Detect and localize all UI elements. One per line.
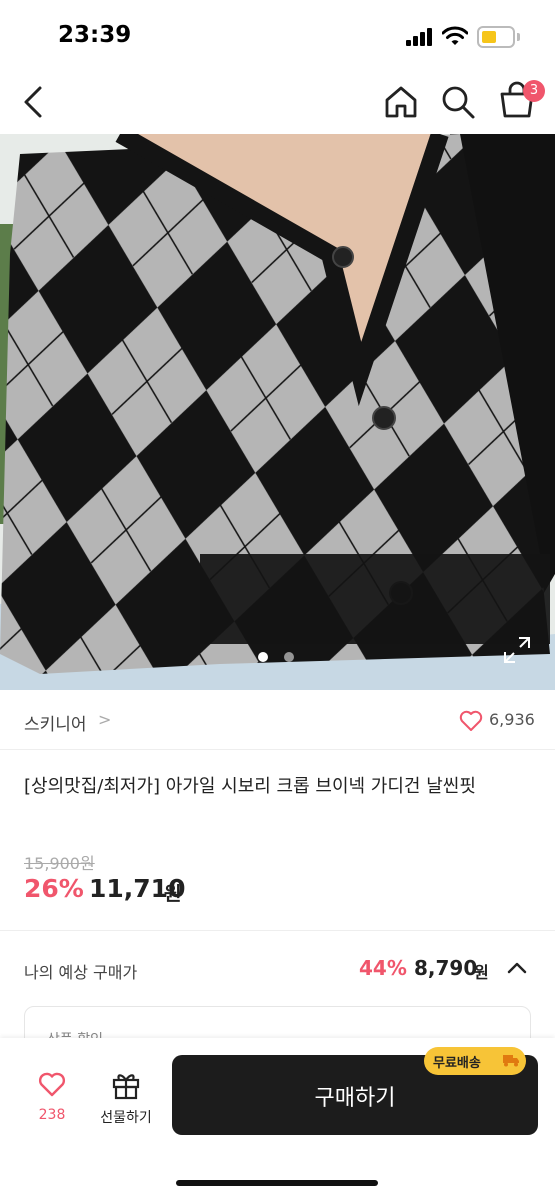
expected-price-label: 나의 예상 구매가: [24, 963, 138, 982]
wish-count: 238: [38, 1107, 66, 1123]
search-icon[interactable]: [440, 84, 476, 120]
expand-icon[interactable]: [503, 636, 531, 664]
original-price: 15,900원: [24, 854, 95, 873]
like-count: 6,936: [489, 710, 535, 729]
product-image[interactable]: [0, 134, 555, 690]
chevron-right-icon: >: [98, 710, 112, 729]
free-shipping-label: 무료배송: [433, 1056, 481, 1071]
battery-icon: [477, 26, 515, 48]
home-indicator: [176, 1180, 378, 1186]
battery-nub: [517, 33, 520, 41]
expected-price: 8,790: [414, 956, 478, 980]
pagination-dot[interactable]: [284, 652, 294, 662]
gift-icon: [112, 1074, 140, 1100]
cellular-signal-icon: [406, 28, 434, 46]
gift-label: 선물하기: [100, 1110, 152, 1126]
heart-icon[interactable]: [459, 710, 483, 732]
cardigan-photo: [0, 134, 555, 690]
brand-row[interactable]: 스키니어 > 6,936: [0, 690, 555, 750]
wish-button[interactable]: 238: [26, 1072, 78, 1132]
truck-icon: [503, 1055, 519, 1067]
brand-name[interactable]: 스키니어: [24, 710, 87, 735]
expected-discount-rate: 44%: [359, 956, 407, 980]
product-title: [상의맛집/최저가] 아가일 시보리 크롭 브이넥 가디건 날씬핏: [24, 776, 476, 797]
wifi-icon: [442, 26, 468, 45]
expected-price-row[interactable]: 나의 예상 구매가 44% 8,790 원: [0, 941, 555, 999]
expected-price-currency: 원: [474, 963, 489, 982]
buy-label: 구매하기: [314, 1086, 396, 1111]
section-divider: [0, 930, 555, 940]
heart-icon: [38, 1072, 66, 1097]
pagination-dot[interactable]: [258, 652, 268, 662]
back-icon[interactable]: [18, 84, 52, 120]
gift-button[interactable]: 선물하기: [88, 1070, 164, 1132]
image-pagination: [258, 652, 298, 664]
status-time: 23:39: [58, 22, 132, 48]
home-icon[interactable]: [383, 84, 419, 120]
status-bar: 23:39: [0, 0, 555, 70]
free-shipping-badge: 무료배송: [424, 1047, 526, 1075]
app-header: [0, 70, 555, 134]
discount-rate: 26%: [24, 874, 84, 903]
cart-count-badge: 3: [523, 80, 545, 102]
chevron-up-icon[interactable]: [505, 958, 529, 978]
sale-price-currency: 원: [164, 883, 182, 905]
